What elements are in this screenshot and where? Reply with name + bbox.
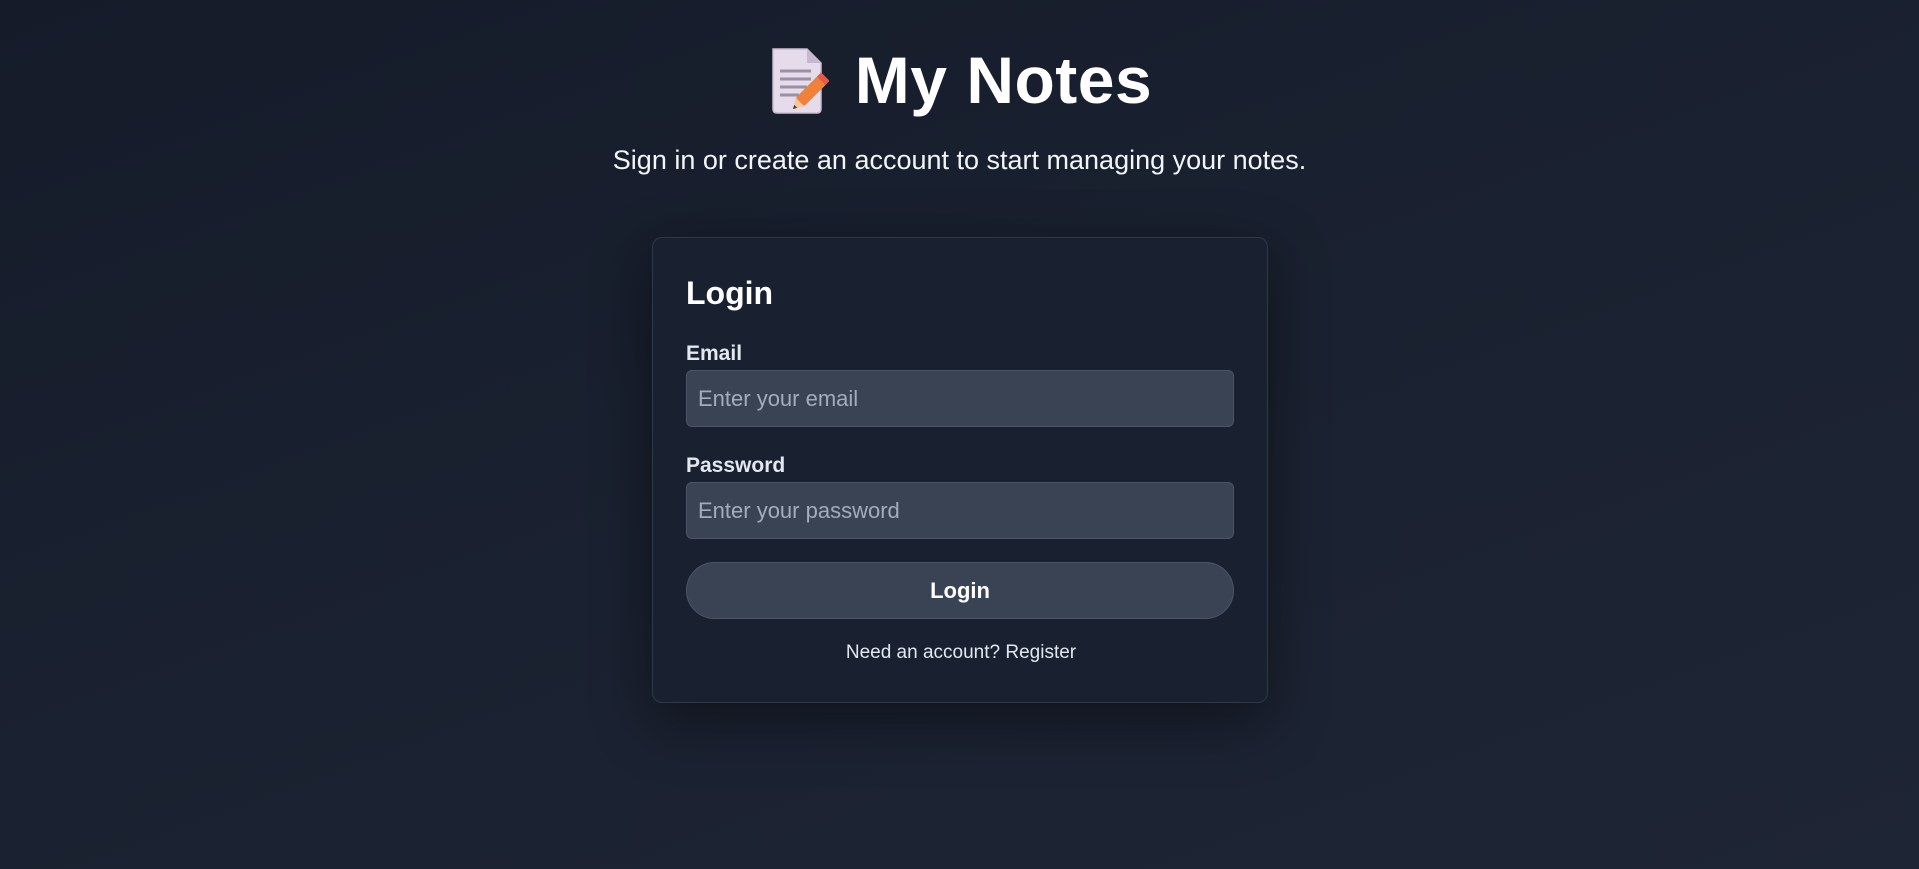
card-title: Login xyxy=(686,275,774,311)
email-input[interactable] xyxy=(686,370,1234,427)
page-subtitle: Sign in or create an account to start ma… xyxy=(612,145,1307,175)
page-header: My Notes Sign in or create an account to… xyxy=(0,42,1919,176)
login-card: Login Email Password Login Need an accou… xyxy=(652,237,1268,703)
password-input[interactable] xyxy=(686,482,1234,539)
register-prompt-row: Need an account? Register xyxy=(653,642,1269,664)
memo-icon xyxy=(767,45,830,115)
title-row: My Notes xyxy=(0,42,1919,118)
password-label: Password xyxy=(686,454,786,477)
register-prompt-text: Need an account? xyxy=(845,642,1001,663)
app-title: My Notes xyxy=(854,43,1153,117)
login-button[interactable]: Login xyxy=(686,562,1234,619)
register-link[interactable]: Register xyxy=(1005,642,1076,663)
email-label: Email xyxy=(686,342,743,365)
